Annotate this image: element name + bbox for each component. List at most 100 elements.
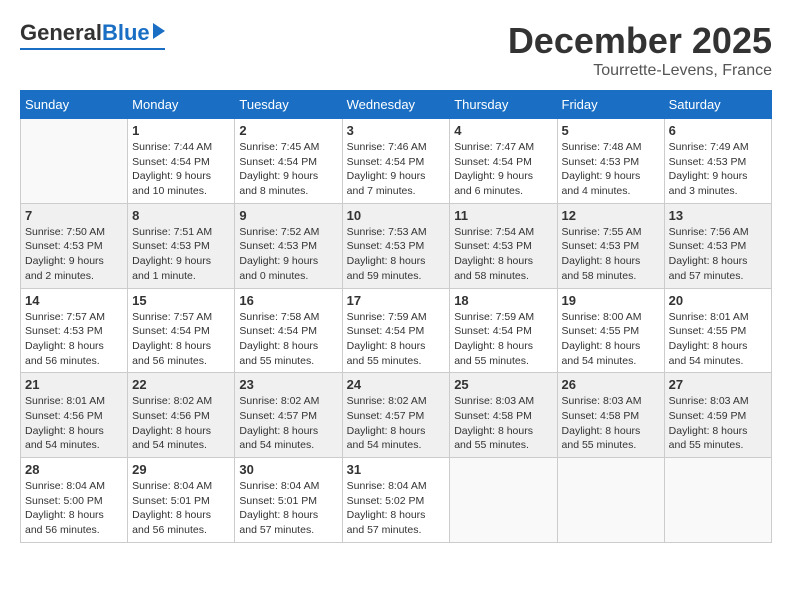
day-number: 9 bbox=[239, 208, 337, 223]
day-info: Sunrise: 7:46 AM Sunset: 4:54 PM Dayligh… bbox=[347, 140, 446, 199]
day-number: 10 bbox=[347, 208, 446, 223]
day-number: 21 bbox=[25, 377, 123, 392]
day-number: 8 bbox=[132, 208, 230, 223]
day-info: Sunrise: 7:53 AM Sunset: 4:53 PM Dayligh… bbox=[347, 225, 446, 284]
calendar-day-cell: 23 Sunrise: 8:02 AM Sunset: 4:57 PM Dayli… bbox=[235, 373, 342, 458]
calendar-day-cell: 1Sunrise: 7:44 AM Sunset: 4:54 PM Daylig… bbox=[128, 119, 235, 204]
calendar-day-cell: 18 Sunrise: 7:59 AM Sunset: 4:54 PM Dayli… bbox=[450, 288, 557, 373]
day-info: Sunrise: 8:03 AM Sunset: 4:58 PM Dayligh… bbox=[454, 394, 552, 453]
weekday-header-sunday: Sunday bbox=[21, 91, 128, 119]
day-number: 14 bbox=[25, 293, 123, 308]
day-info: Sunrise: 7:50 AM Sunset: 4:53 PM Dayligh… bbox=[25, 225, 123, 284]
day-info: Sunrise: 7:48 AM Sunset: 4:53 PM Dayligh… bbox=[562, 140, 660, 199]
calendar-day-cell: 22Sunrise: 8:02 AM Sunset: 4:56 PM Dayli… bbox=[128, 373, 235, 458]
calendar-table: SundayMondayTuesdayWednesdayThursdayFrid… bbox=[20, 90, 772, 543]
day-number: 11 bbox=[454, 208, 552, 223]
day-number: 25 bbox=[454, 377, 552, 392]
calendar-day-cell: 10 Sunrise: 7:53 AM Sunset: 4:53 PM Dayli… bbox=[342, 203, 450, 288]
day-info: Sunrise: 8:04 AM Sunset: 5:02 PM Dayligh… bbox=[347, 479, 446, 538]
weekday-header-thursday: Thursday bbox=[450, 91, 557, 119]
calendar-day-cell bbox=[21, 119, 128, 204]
day-info: Sunrise: 8:01 AM Sunset: 4:55 PM Dayligh… bbox=[669, 310, 767, 369]
calendar-day-cell: 29 Sunrise: 8:04 AM Sunset: 5:01 PM Dayli… bbox=[128, 458, 235, 543]
day-number: 3 bbox=[347, 123, 446, 138]
day-number: 26 bbox=[562, 377, 660, 392]
calendar-day-cell: 4 Sunrise: 7:47 AM Sunset: 4:54 PM Daylig… bbox=[450, 119, 557, 204]
day-info: Sunrise: 7:52 AM Sunset: 4:53 PM Dayligh… bbox=[239, 225, 337, 284]
day-number: 22 bbox=[132, 377, 230, 392]
day-info: Sunrise: 7:57 AM Sunset: 4:54 PM Dayligh… bbox=[132, 310, 230, 369]
day-number: 1 bbox=[132, 123, 230, 138]
day-info: Sunrise: 7:54 AM Sunset: 4:53 PM Dayligh… bbox=[454, 225, 552, 284]
calendar-day-cell bbox=[664, 458, 771, 543]
day-info: Sunrise: 8:01 AM Sunset: 4:56 PM Dayligh… bbox=[25, 394, 123, 453]
day-number: 13 bbox=[669, 208, 767, 223]
calendar-day-cell: 30 Sunrise: 8:04 AM Sunset: 5:01 PM Dayli… bbox=[235, 458, 342, 543]
logo: General Blue bbox=[20, 20, 165, 50]
calendar-day-cell: 31Sunrise: 8:04 AM Sunset: 5:02 PM Dayli… bbox=[342, 458, 450, 543]
location-title: Tourrette-Levens, France bbox=[508, 62, 772, 80]
calendar-week-row: 28Sunrise: 8:04 AM Sunset: 5:00 PM Dayli… bbox=[21, 458, 772, 543]
page-header: General Blue December 2025 Tourrette-Lev… bbox=[20, 20, 772, 80]
calendar-day-cell: 15Sunrise: 7:57 AM Sunset: 4:54 PM Dayli… bbox=[128, 288, 235, 373]
day-info: Sunrise: 7:45 AM Sunset: 4:54 PM Dayligh… bbox=[239, 140, 337, 199]
day-info: Sunrise: 7:49 AM Sunset: 4:53 PM Dayligh… bbox=[669, 140, 767, 199]
day-info: Sunrise: 7:55 AM Sunset: 4:53 PM Dayligh… bbox=[562, 225, 660, 284]
day-number: 4 bbox=[454, 123, 552, 138]
weekday-header-tuesday: Tuesday bbox=[235, 91, 342, 119]
day-number: 7 bbox=[25, 208, 123, 223]
day-number: 18 bbox=[454, 293, 552, 308]
calendar-day-cell bbox=[450, 458, 557, 543]
day-info: Sunrise: 7:56 AM Sunset: 4:53 PM Dayligh… bbox=[669, 225, 767, 284]
day-info: Sunrise: 8:04 AM Sunset: 5:00 PM Dayligh… bbox=[25, 479, 123, 538]
day-number: 30 bbox=[239, 462, 337, 477]
logo-blue-text: Blue bbox=[102, 20, 150, 46]
calendar-day-cell: 28Sunrise: 8:04 AM Sunset: 5:00 PM Dayli… bbox=[21, 458, 128, 543]
day-number: 19 bbox=[562, 293, 660, 308]
calendar-day-cell: 8 Sunrise: 7:51 AM Sunset: 4:53 PM Daylig… bbox=[128, 203, 235, 288]
day-number: 12 bbox=[562, 208, 660, 223]
day-number: 6 bbox=[669, 123, 767, 138]
calendar-day-cell: 14 Sunrise: 7:57 AM Sunset: 4:53 PM Dayli… bbox=[21, 288, 128, 373]
day-info: Sunrise: 8:04 AM Sunset: 5:01 PM Dayligh… bbox=[132, 479, 230, 538]
calendar-week-row: 21 Sunrise: 8:01 AM Sunset: 4:56 PM Dayli… bbox=[21, 373, 772, 458]
calendar-day-cell: 12 Sunrise: 7:55 AM Sunset: 4:53 PM Dayli… bbox=[557, 203, 664, 288]
day-info: Sunrise: 7:57 AM Sunset: 4:53 PM Dayligh… bbox=[25, 310, 123, 369]
calendar-day-cell: 25 Sunrise: 8:03 AM Sunset: 4:58 PM Dayli… bbox=[450, 373, 557, 458]
day-number: 24 bbox=[347, 377, 446, 392]
day-info: Sunrise: 8:03 AM Sunset: 4:58 PM Dayligh… bbox=[562, 394, 660, 453]
day-info: Sunrise: 8:02 AM Sunset: 4:57 PM Dayligh… bbox=[347, 394, 446, 453]
day-info: Sunrise: 7:51 AM Sunset: 4:53 PM Dayligh… bbox=[132, 225, 230, 284]
calendar-day-cell: 16 Sunrise: 7:58 AM Sunset: 4:54 PM Dayli… bbox=[235, 288, 342, 373]
weekday-header-monday: Monday bbox=[128, 91, 235, 119]
day-info: Sunrise: 7:58 AM Sunset: 4:54 PM Dayligh… bbox=[239, 310, 337, 369]
day-info: Sunrise: 7:59 AM Sunset: 4:54 PM Dayligh… bbox=[347, 310, 446, 369]
calendar-week-row: 14 Sunrise: 7:57 AM Sunset: 4:53 PM Dayli… bbox=[21, 288, 772, 373]
day-number: 2 bbox=[239, 123, 337, 138]
day-info: Sunrise: 7:59 AM Sunset: 4:54 PM Dayligh… bbox=[454, 310, 552, 369]
day-number: 17 bbox=[347, 293, 446, 308]
calendar-day-cell: 13 Sunrise: 7:56 AM Sunset: 4:53 PM Dayli… bbox=[664, 203, 771, 288]
day-number: 20 bbox=[669, 293, 767, 308]
logo-general-text: General bbox=[20, 20, 102, 46]
calendar-day-cell: 17 Sunrise: 7:59 AM Sunset: 4:54 PM Dayli… bbox=[342, 288, 450, 373]
day-number: 27 bbox=[669, 377, 767, 392]
logo-underline bbox=[20, 48, 165, 50]
day-number: 16 bbox=[239, 293, 337, 308]
calendar-week-row: 1Sunrise: 7:44 AM Sunset: 4:54 PM Daylig… bbox=[21, 119, 772, 204]
calendar-day-cell: 7 Sunrise: 7:50 AM Sunset: 4:53 PM Daylig… bbox=[21, 203, 128, 288]
day-info: Sunrise: 8:00 AM Sunset: 4:55 PM Dayligh… bbox=[562, 310, 660, 369]
day-info: Sunrise: 8:04 AM Sunset: 5:01 PM Dayligh… bbox=[239, 479, 337, 538]
calendar-day-cell: 5 Sunrise: 7:48 AM Sunset: 4:53 PM Daylig… bbox=[557, 119, 664, 204]
calendar-day-cell bbox=[557, 458, 664, 543]
day-number: 5 bbox=[562, 123, 660, 138]
day-number: 29 bbox=[132, 462, 230, 477]
calendar-day-cell: 20 Sunrise: 8:01 AM Sunset: 4:55 PM Dayli… bbox=[664, 288, 771, 373]
calendar-day-cell: 11 Sunrise: 7:54 AM Sunset: 4:53 PM Dayli… bbox=[450, 203, 557, 288]
day-info: Sunrise: 8:02 AM Sunset: 4:57 PM Dayligh… bbox=[239, 394, 337, 453]
calendar-day-cell: 6 Sunrise: 7:49 AM Sunset: 4:53 PM Daylig… bbox=[664, 119, 771, 204]
month-title: December 2025 bbox=[508, 20, 772, 62]
calendar-day-cell: 27Sunrise: 8:03 AM Sunset: 4:59 PM Dayli… bbox=[664, 373, 771, 458]
day-number: 23 bbox=[239, 377, 337, 392]
day-info: Sunrise: 7:47 AM Sunset: 4:54 PM Dayligh… bbox=[454, 140, 552, 199]
